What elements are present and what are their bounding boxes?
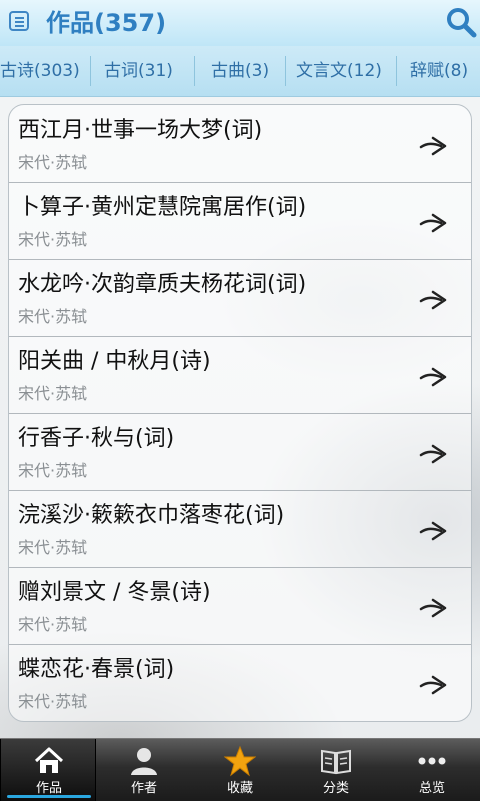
work-title: 西江月·世事一场大梦(词) — [18, 118, 263, 143]
nav-item-overview[interactable]: 总览 — [384, 739, 480, 801]
work-author: 宋代·苏轼 — [18, 461, 88, 480]
arrow-right-icon — [419, 213, 447, 233]
work-author: 宋代·苏轼 — [18, 230, 88, 249]
more-icon — [418, 757, 446, 765]
tab-guci[interactable]: 古词(31) — [104, 46, 173, 96]
works-list: 西江月·世事一场大梦(词) 宋代·苏轼 卜算子·黄州定慧院寓居作(词) 宋代·苏… — [8, 104, 472, 722]
nav-label: 作者 — [130, 781, 157, 796]
arrow-right-icon — [419, 675, 447, 695]
nav-label: 收藏 — [226, 781, 253, 796]
arrow-right-icon — [419, 598, 447, 618]
work-title: 浣溪沙·簌簌衣巾落枣花(词) — [18, 503, 285, 528]
work-title: 赠刘景文 / 冬景(诗) — [18, 580, 211, 605]
work-author: 宋代·苏轼 — [18, 384, 88, 403]
work-author: 宋代·苏轼 — [18, 538, 88, 557]
work-author: 宋代·苏轼 — [18, 692, 88, 711]
arrow-right-icon — [419, 521, 447, 541]
nav-label: 分类 — [322, 781, 349, 796]
list-item[interactable]: 西江月·世事一场大梦(词) 宋代·苏轼 — [9, 105, 471, 183]
tab-divider — [396, 56, 397, 86]
list-item[interactable]: 行香子·秋与(词) 宋代·苏轼 — [9, 413, 471, 491]
nav-label: 作品 — [35, 781, 62, 796]
list-item[interactable]: 浣溪沙·簌簌衣巾落枣花(词) 宋代·苏轼 — [9, 490, 471, 568]
top-bar: 作品(357) — [0, 0, 480, 47]
tab-wenyanwen[interactable]: 文言文(12) — [296, 46, 382, 96]
list-item[interactable]: 阳关曲 / 中秋月(诗) 宋代·苏轼 — [9, 336, 471, 414]
tab-divider — [90, 56, 91, 86]
arrow-right-icon — [419, 290, 447, 310]
home-icon — [34, 747, 64, 773]
search-icon[interactable] — [445, 6, 477, 38]
book-icon — [321, 749, 351, 775]
nav-item-categories[interactable]: 分类 — [288, 739, 384, 801]
work-title: 卜算子·黄州定慧院寓居作(词) — [18, 195, 307, 220]
nav-item-authors[interactable]: 作者 — [96, 739, 192, 801]
work-author: 宋代·苏轼 — [18, 307, 88, 326]
arrow-right-icon — [419, 367, 447, 387]
star-icon — [224, 745, 256, 777]
page-title: 作品(357) — [46, 9, 167, 37]
work-author: 宋代·苏轼 — [18, 615, 88, 634]
work-title: 水龙吟·次韵章质夫杨花词(词) — [18, 272, 307, 297]
list-item[interactable]: 卜算子·黄州定慧院寓居作(词) 宋代·苏轼 — [9, 182, 471, 260]
tab-guqu[interactable]: 古曲(3) — [211, 46, 269, 96]
list-item[interactable]: 蝶恋花·春景(词) 宋代·苏轼 — [9, 644, 471, 721]
category-tabs: 古诗(303) 古词(31) 古曲(3) 文言文(12) 辞赋(8) — [0, 46, 480, 97]
list-item[interactable]: 水龙吟·次韵章质夫杨花词(词) 宋代·苏轼 — [9, 259, 471, 337]
tab-divider — [285, 56, 286, 86]
work-title: 行香子·秋与(词) — [18, 426, 175, 451]
list-item[interactable]: 赠刘景文 / 冬景(诗) 宋代·苏轼 — [9, 567, 471, 645]
arrow-right-icon — [419, 444, 447, 464]
work-title: 蝶恋花·春景(词) — [18, 657, 175, 682]
tab-cifu[interactable]: 辞赋(8) — [410, 46, 468, 96]
nav-item-favorites[interactable]: 收藏 — [192, 739, 288, 801]
nav-label: 总览 — [418, 781, 445, 796]
nav-item-works[interactable]: 作品 — [0, 739, 96, 801]
work-title: 阳关曲 / 中秋月(诗) — [18, 349, 211, 374]
arrow-right-icon — [419, 136, 447, 156]
person-icon — [131, 748, 157, 775]
menu-icon[interactable] — [9, 11, 29, 31]
work-author: 宋代·苏轼 — [18, 153, 88, 172]
tab-gushi[interactable]: 古诗(303) — [0, 46, 80, 96]
bottom-nav: 作品 作者 收藏 分类 总览 — [0, 738, 480, 801]
tab-divider — [194, 56, 195, 86]
